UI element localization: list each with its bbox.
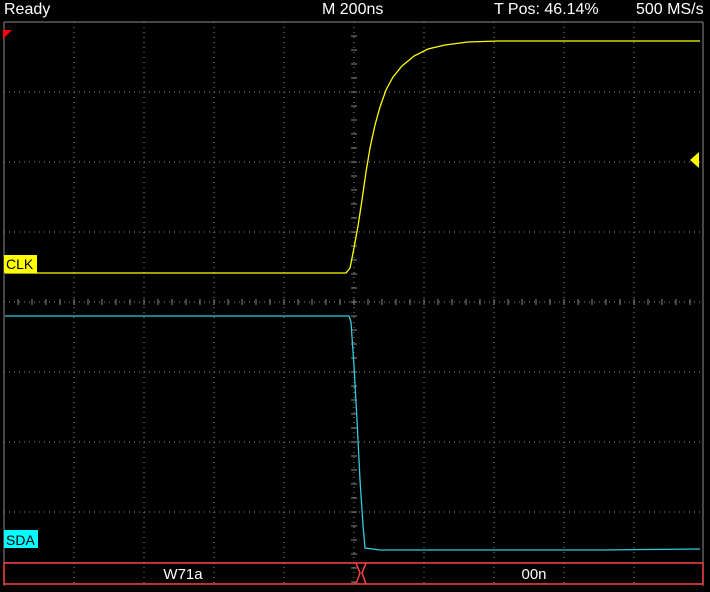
channel-label-clk[interactable]: CLK: [4, 255, 37, 273]
graticule: [3, 21, 704, 586]
trigger-level-marker-icon: [690, 152, 699, 168]
sda-waveform: [5, 315, 701, 551]
clk-waveform: [5, 40, 700, 274]
bus-decode-row: W71a 00n: [3, 562, 704, 585]
bus-decode-segment: 00n: [521, 566, 546, 583]
channel-label-sda[interactable]: SDA: [4, 530, 38, 548]
bus-decode-segment: W71a: [163, 566, 203, 583]
channel-label-clk-text: CLK: [6, 256, 34, 272]
channel-label-sda-text: SDA: [6, 532, 35, 548]
scope-display: CLK SDA W71a 00n: [3, 21, 704, 586]
